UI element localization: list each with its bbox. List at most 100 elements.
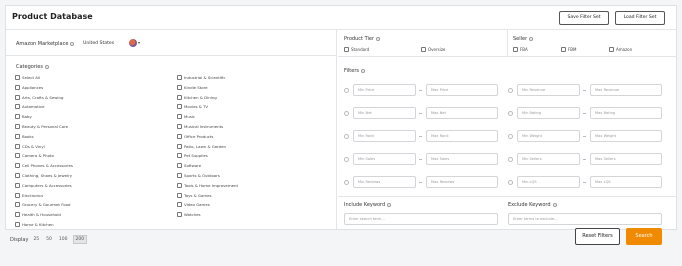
filter-input[interactable]: Min Revenue <box>517 84 580 96</box>
category-item[interactable]: Sports & Outdoors <box>177 172 220 179</box>
category-item[interactable]: Home & Kitchen <box>15 221 54 228</box>
category-item[interactable]: Computers & Accessories <box>15 182 72 189</box>
checkbox[interactable] <box>513 47 518 52</box>
category-checkbox[interactable] <box>15 104 20 110</box>
category-checkbox[interactable] <box>15 192 20 198</box>
filter-input[interactable]: Max Net <box>426 107 498 119</box>
category-checkbox[interactable] <box>177 192 182 198</box>
category-checkbox[interactable] <box>177 182 182 188</box>
category-item[interactable]: Clothing, Shoes & Jewelry <box>15 172 72 179</box>
filter-input[interactable]: Min Reviews <box>353 176 416 188</box>
category-item[interactable]: Kitchen & Dining <box>177 94 217 101</box>
filter-input[interactable]: Max Rank <box>426 130 498 142</box>
search-button[interactable]: Search <box>626 228 662 245</box>
category-item[interactable]: Kindle Store <box>177 84 208 91</box>
category-checkbox[interactable] <box>177 143 182 149</box>
filter-input[interactable]: Max Price <box>426 84 498 96</box>
display-option-50[interactable]: 50 <box>44 236 54 243</box>
filter-input[interactable]: Max Rating <box>590 107 662 119</box>
category-item[interactable]: Office Products <box>177 133 213 140</box>
checkbox[interactable] <box>609 47 614 52</box>
product-tier-option[interactable]: Oversize <box>421 47 445 52</box>
save-filter-set-button[interactable]: Save Filter Set <box>559 11 609 25</box>
include-keyword-input[interactable]: Enter search term... <box>344 213 498 225</box>
checkbox[interactable] <box>421 47 426 52</box>
category-item[interactable]: Select All <box>15 74 40 81</box>
filter-input[interactable]: Max Sellers <box>590 153 662 165</box>
category-item[interactable]: Arts, Crafts & Sewing <box>15 94 63 101</box>
category-item[interactable]: CDs & Vinyl <box>15 143 45 150</box>
category-checkbox[interactable] <box>177 94 182 100</box>
category-item[interactable]: Beauty & Personal Care <box>15 123 68 130</box>
filter-input[interactable]: Min Rating <box>517 107 580 119</box>
category-checkbox[interactable] <box>177 212 182 218</box>
category-checkbox[interactable] <box>15 75 20 80</box>
category-item[interactable]: Automotive <box>15 103 45 110</box>
category-checkbox[interactable] <box>15 202 20 208</box>
category-item[interactable]: Cell Phones & Accessories <box>15 162 73 169</box>
category-checkbox[interactable] <box>15 163 20 169</box>
chevron-down-icon[interactable]: ▾ <box>138 40 140 45</box>
category-checkbox[interactable] <box>15 94 20 100</box>
category-checkbox[interactable] <box>15 153 20 159</box>
category-checkbox[interactable] <box>15 114 20 120</box>
filter-input[interactable]: Min Net <box>353 107 416 119</box>
category-item[interactable]: Industrial & Scientific <box>177 74 226 81</box>
display-option-100[interactable]: 100 <box>57 236 70 243</box>
category-item[interactable]: Books <box>15 133 34 140</box>
category-checkbox[interactable] <box>15 222 20 227</box>
category-checkbox[interactable] <box>177 114 182 120</box>
category-item[interactable]: Grocery & Gourmet Food <box>15 201 71 208</box>
category-item[interactable]: Software <box>177 162 201 169</box>
category-item[interactable]: Patio, Lawn & Garden <box>177 143 226 150</box>
category-item[interactable]: Electronics <box>15 192 43 199</box>
category-checkbox[interactable] <box>15 182 20 188</box>
category-checkbox[interactable] <box>15 173 20 178</box>
reset-filters-button[interactable]: Reset Filters <box>575 228 620 245</box>
exclude-keyword-input[interactable]: Enter terms to exclude... <box>508 213 662 225</box>
marketplace-value[interactable]: United States <box>83 41 114 46</box>
category-item[interactable]: Tools & Home Improvement <box>177 182 238 189</box>
category-item[interactable]: Musical Instruments <box>177 123 223 130</box>
filter-input[interactable]: Max Sales <box>426 153 498 165</box>
display-option-25[interactable]: 25 <box>31 236 41 243</box>
category-checkbox[interactable] <box>177 163 182 169</box>
category-item[interactable]: Health & Household <box>15 211 61 218</box>
category-checkbox[interactable] <box>177 133 182 139</box>
checkbox[interactable] <box>344 47 349 52</box>
category-item[interactable]: Movies & TV <box>177 103 208 110</box>
category-checkbox[interactable] <box>177 124 182 129</box>
category-checkbox[interactable] <box>177 153 182 159</box>
seller-option[interactable]: Amazon <box>609 47 632 52</box>
category-checkbox[interactable] <box>177 173 182 178</box>
category-checkbox[interactable] <box>177 75 182 80</box>
category-item[interactable]: Pet Supplies <box>177 152 208 159</box>
category-checkbox[interactable] <box>15 84 20 90</box>
seller-option[interactable]: FBA <box>513 47 528 52</box>
category-item[interactable]: Appliances <box>15 84 43 91</box>
category-checkbox[interactable] <box>177 202 182 208</box>
filter-input[interactable]: Min Sellers <box>517 153 580 165</box>
filter-input[interactable]: Min Weight <box>517 130 580 142</box>
seller-option[interactable]: FBM <box>561 47 577 52</box>
filter-input[interactable]: Max Weight <box>590 130 662 142</box>
filter-input[interactable]: Max Revenue <box>590 84 662 96</box>
category-item[interactable]: Watches <box>177 211 201 218</box>
category-item[interactable]: Toys & Games <box>177 192 212 199</box>
category-item[interactable]: Music <box>177 113 195 120</box>
category-item[interactable]: Baby <box>15 113 32 120</box>
category-item[interactable]: Video Games <box>177 201 210 208</box>
filter-input[interactable]: Max Reviews <box>426 176 498 188</box>
category-checkbox[interactable] <box>15 143 20 149</box>
display-option-200[interactable]: 200 <box>72 235 88 244</box>
filter-input[interactable]: Min LQS <box>517 176 580 188</box>
category-checkbox[interactable] <box>15 124 20 129</box>
filter-input[interactable]: Max LQS <box>590 176 662 188</box>
category-item[interactable]: Camera & Photo <box>15 152 54 159</box>
filter-input[interactable]: Min Price <box>353 84 416 96</box>
category-checkbox[interactable] <box>15 212 20 218</box>
category-checkbox[interactable] <box>177 84 182 90</box>
category-checkbox[interactable] <box>15 133 20 139</box>
checkbox[interactable] <box>561 47 566 52</box>
filter-input[interactable]: Min Rank <box>353 130 416 142</box>
